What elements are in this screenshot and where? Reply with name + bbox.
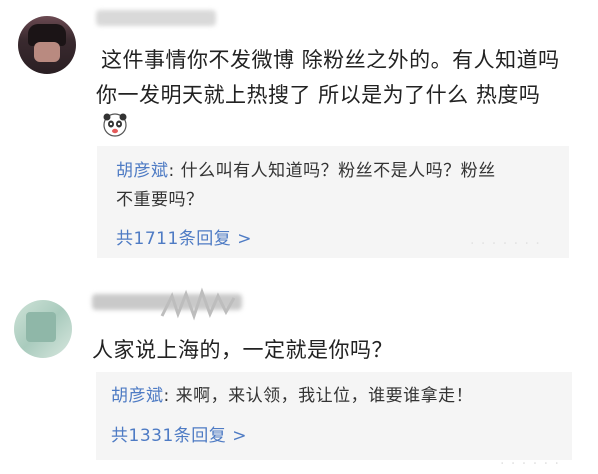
reply-count-label: 共1711条回复 — [116, 229, 232, 249]
watermark: · · · · · · — [500, 456, 560, 472]
reply-author-link[interactable]: 胡彦斌 — [111, 386, 164, 406]
reply-separator: : — [163, 386, 176, 406]
avatar[interactable] — [18, 16, 76, 74]
comment-text: 人家说上海的，一定就是你吗？ — [92, 338, 393, 362]
reply-count-label: 共1331条回复 — [111, 426, 227, 446]
reply-text: 来啊，来认领，我让位，谁要谁拿走！ — [175, 386, 474, 406]
chevron-right-icon: > — [237, 229, 253, 249]
reply-separator: : — [168, 161, 181, 181]
redaction-scribble — [160, 287, 236, 321]
watermark: · · · · · · · — [470, 236, 541, 252]
reply-text: 不重要吗？ — [116, 190, 204, 210]
view-replies-link[interactable]: 共1331条回复 > — [111, 423, 247, 449]
view-replies-link[interactable]: 共1711条回复 > — [116, 226, 252, 252]
reply-author-link[interactable]: 胡彦斌 — [116, 161, 169, 181]
username-blurred[interactable] — [96, 10, 216, 26]
reply-line: 胡彦斌: 来啊，来认领，我让位，谁要谁拿走！ — [111, 383, 473, 409]
chevron-right-icon: > — [232, 426, 248, 446]
comment-text-line: 你一发明天就上热搜了 所以是为了什么 热度吗 — [96, 83, 541, 107]
reply-text: 什么叫有人知道吗？粉丝不是人吗？粉丝 — [180, 161, 496, 181]
panda-face-emoji-icon — [103, 113, 127, 137]
avatar[interactable] — [14, 300, 72, 358]
reply-preview[interactable]: 胡彦斌: 来啊，来认领，我让位，谁要谁拿走！ 共1331条回复 > — [96, 372, 572, 460]
comment-text-line: 这件事情你不发微博 除粉丝之外的。有人知道吗 — [101, 48, 560, 72]
reply-line: 胡彦斌: 什么叫有人知道吗？粉丝不是人吗？粉丝 — [116, 158, 496, 184]
